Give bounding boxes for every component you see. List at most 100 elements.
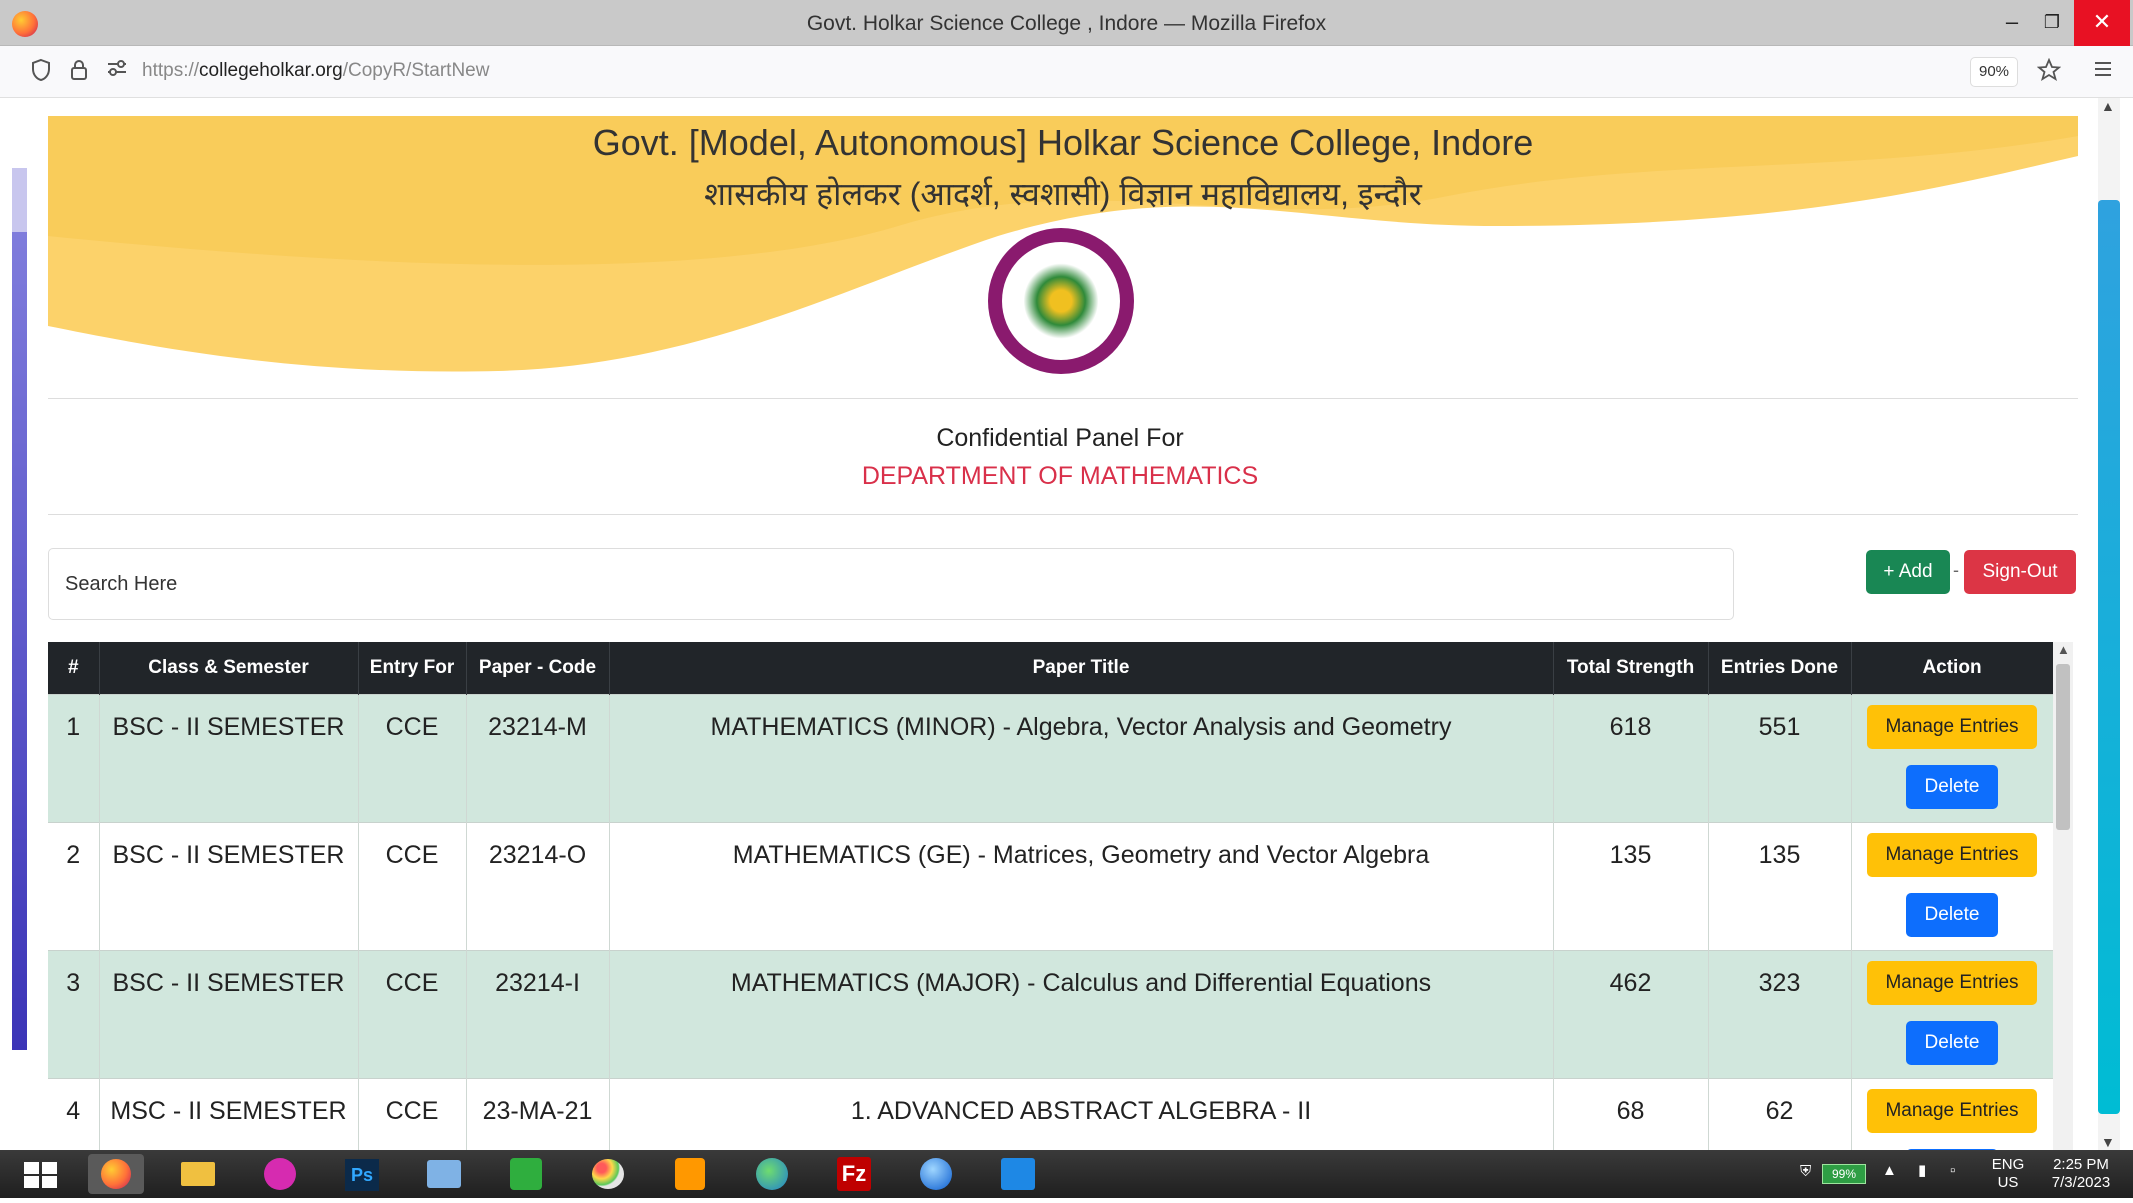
add-button[interactable]: + Add xyxy=(1866,550,1950,594)
firefox-taskbar-icon[interactable] xyxy=(88,1154,144,1194)
sign-out-button[interactable]: Sign-Out xyxy=(1964,550,2076,594)
total-strength: 462 xyxy=(1553,950,1709,1078)
table-scroll-up-icon[interactable]: ▲ xyxy=(2057,642,2070,657)
minimize-icon[interactable]: – xyxy=(1992,0,2032,46)
shield-tray-icon[interactable]: ⛨ xyxy=(1800,1163,1811,1181)
globe-icon[interactable] xyxy=(744,1154,800,1194)
windows-start-icon[interactable] xyxy=(24,1162,58,1188)
entry-for: CCE xyxy=(358,822,467,950)
column-header: Paper Title xyxy=(609,642,1554,694)
papers-table: # Class & Semester Entry For Paper - Cod… xyxy=(48,642,2053,1150)
delete-button[interactable]: Delete xyxy=(1906,1020,1998,1065)
paper-code: 23214-M xyxy=(466,694,610,822)
class-semester: BSC - II SEMESTER xyxy=(99,950,359,1078)
paper-code: 23214-I xyxy=(466,950,610,1078)
language-code: ENG xyxy=(1991,1156,2025,1173)
page-scrollbar[interactable]: ▲ ▼ xyxy=(2098,98,2120,1150)
sidebar-accent-light xyxy=(12,168,27,234)
row-number: 2 xyxy=(48,822,100,950)
chevron-up-icon[interactable]: ▲ xyxy=(1882,1162,1897,1180)
column-header: Entries Done xyxy=(1708,642,1852,694)
battery-indicator[interactable]: 99% xyxy=(1822,1164,1866,1184)
paper-title: 1. ADVANCED ABSTRACT ALGEBRA - II xyxy=(609,1078,1554,1150)
delete-button[interactable]: Delete xyxy=(1906,892,1998,937)
column-header: Total Strength xyxy=(1553,642,1709,694)
entries-done: 135 xyxy=(1708,822,1852,950)
language-indicator[interactable]: ENG US xyxy=(1988,1156,2028,1192)
search-input[interactable] xyxy=(48,548,1734,620)
column-header: Class & Semester xyxy=(99,642,359,694)
window-title: Govt. Holkar Science College , Indore — … xyxy=(806,12,1327,35)
firefox-window: Govt. Holkar Science College , Indore — … xyxy=(0,0,2133,1198)
manage-entries-button[interactable]: Manage Entries xyxy=(1867,1088,2037,1133)
url-bar[interactable]: https://collegeholkar.org/CopyR/StartNew xyxy=(142,60,489,82)
clock-date: 7/3/2023 xyxy=(2051,1174,2111,1191)
entry-for: CCE xyxy=(358,950,467,1078)
restore-icon[interactable]: ❐ xyxy=(2032,0,2072,46)
network-app-icon[interactable] xyxy=(990,1154,1046,1194)
entry-for: CCE xyxy=(358,1078,467,1150)
total-strength: 618 xyxy=(1553,694,1709,822)
clock-time: 2:25 PM xyxy=(2053,1156,2109,1173)
wondershare-icon[interactable] xyxy=(252,1154,308,1194)
table-scrollbar[interactable]: ▲ xyxy=(2053,642,2073,1150)
class-semester: MSC - II SEMESTER xyxy=(99,1078,359,1150)
filezilla-icon[interactable]: Fz xyxy=(826,1154,882,1194)
college-name-english: Govt. [Model, Autonomous] Holkar Science… xyxy=(592,122,1534,163)
button-separator: - xyxy=(1953,560,1959,580)
table-row: 2 BSC - II SEMESTER CCE 23214-O MATHEMAT… xyxy=(48,822,2053,950)
scroll-down-icon[interactable]: ▼ xyxy=(2101,1134,2115,1150)
page-scroll-thumb[interactable] xyxy=(2098,200,2120,1114)
delete-button[interactable]: Delete xyxy=(1906,764,1998,809)
column-header: # xyxy=(48,642,100,694)
college-name-hindi: शासकीय होलकर (आदर्श, स्वशासी) विज्ञान मह… xyxy=(704,176,1422,212)
url-prefix: https:// xyxy=(142,60,200,81)
star-icon[interactable] xyxy=(2036,57,2062,84)
total-strength: 68 xyxy=(1553,1078,1709,1150)
file-explorer-icon[interactable] xyxy=(170,1154,226,1194)
thunderbird-icon[interactable] xyxy=(908,1154,964,1194)
class-semester: BSC - II SEMESTER xyxy=(99,822,359,950)
table-row: 1 BSC - II SEMESTER CCE 23214-M MATHEMAT… xyxy=(48,694,2053,822)
college-seal-logo xyxy=(988,228,1134,374)
zoom-level[interactable]: 90% xyxy=(1970,57,2018,87)
total-strength: 135 xyxy=(1553,822,1709,950)
manage-entries-button[interactable]: Manage Entries xyxy=(1867,704,2037,749)
entry-for: CCE xyxy=(358,694,467,822)
row-number: 3 xyxy=(48,950,100,1078)
shield-icon[interactable] xyxy=(28,58,54,84)
department-name: DEPARTMENT OF MATHEMATICS xyxy=(861,462,1259,490)
column-header: Action xyxy=(1851,642,2053,694)
entries-done: 62 xyxy=(1708,1078,1852,1150)
manage-entries-button[interactable]: Manage Entries xyxy=(1867,832,2037,877)
paper-title: MATHEMATICS (GE) - Matrices, Geometry an… xyxy=(609,822,1554,950)
sidebar-accent xyxy=(12,232,27,1050)
table-scroll-thumb[interactable] xyxy=(2056,664,2070,830)
permissions-icon[interactable] xyxy=(104,58,130,84)
signal-icon[interactable]: ▫ xyxy=(1950,1162,1955,1180)
class-semester: BSC - II SEMESTER xyxy=(99,694,359,822)
paper-title: MATHEMATICS (MINOR) - Algebra, Vector An… xyxy=(609,694,1554,822)
action-cell: Manage Entries Delete xyxy=(1851,822,2053,950)
menu-icon[interactable] xyxy=(2090,58,2116,84)
table-row: 3 BSC - II SEMESTER CCE 23214-I MATHEMAT… xyxy=(48,950,2053,1078)
control-panel-icon[interactable] xyxy=(416,1154,472,1194)
title-bar: Govt. Holkar Science College , Indore — … xyxy=(0,0,2133,46)
clock[interactable]: 2:25 PM 7/3/2023 xyxy=(2038,1156,2124,1192)
panel-label: Confidential Panel For xyxy=(936,424,1184,452)
manage-entries-button[interactable]: Manage Entries xyxy=(1867,960,2037,1005)
row-number: 1 xyxy=(48,694,100,822)
action-cell: Manage Entries Delete xyxy=(1851,950,2053,1078)
nav-bar: https://collegeholkar.org/CopyR/StartNew… xyxy=(0,46,2133,98)
close-icon[interactable]: ✕ xyxy=(2074,0,2130,46)
table-row: 4 MSC - II SEMESTER CCE 23-MA-21 1. ADVA… xyxy=(48,1078,2053,1150)
action-cell: Manage Entries Delete xyxy=(1851,1078,2053,1150)
scroll-up-icon[interactable]: ▲ xyxy=(2101,98,2115,114)
paint-icon[interactable] xyxy=(580,1154,636,1194)
sublime-text-icon[interactable] xyxy=(662,1154,718,1194)
entries-done: 323 xyxy=(1708,950,1852,1078)
camtasia-icon[interactable] xyxy=(498,1154,554,1194)
photoshop-icon[interactable]: Ps xyxy=(334,1154,390,1194)
device-icon[interactable]: ▮ xyxy=(1918,1162,1926,1180)
lock-icon[interactable] xyxy=(66,58,92,84)
